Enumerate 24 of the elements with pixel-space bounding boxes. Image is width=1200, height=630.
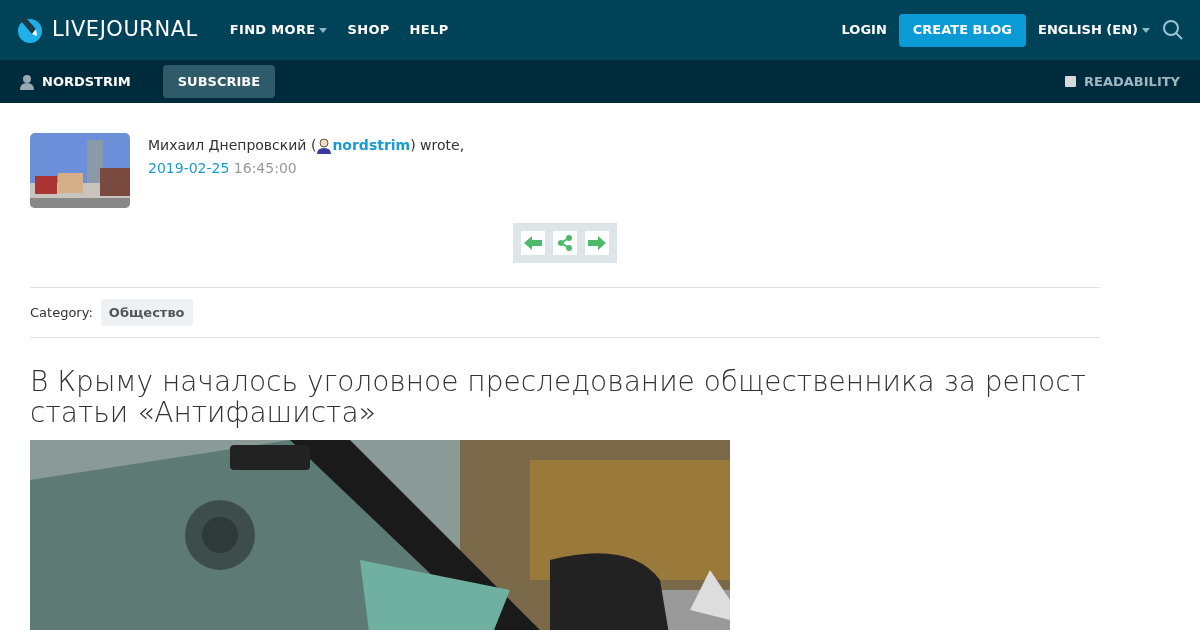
language-selector[interactable]: ENGLISH (EN) (1038, 20, 1150, 40)
caret-icon (1142, 27, 1150, 33)
journal-name[interactable]: NORDSTRIM (42, 71, 131, 92)
user-icon (316, 137, 333, 154)
nav-link[interactable]: SHOP (347, 20, 390, 40)
category-label: Category: (30, 303, 93, 322)
post-title: В Крыму началось уголовное преследование общественника за репост статьи «Антифашиста» (30, 366, 1087, 428)
subscribe-button[interactable]: SUBSCRIBE (162, 65, 276, 98)
readability-checkbox[interactable] (1065, 76, 1077, 87)
readability-label: READABILITY (1084, 72, 1180, 91)
post-time: 16:45:00 (233, 160, 297, 176)
nav-link[interactable]: FIND MORE (229, 20, 328, 40)
logo-icon (16, 16, 44, 44)
logo-text[interactable]: LIVEJOURNAL (52, 14, 198, 46)
share-icon[interactable] (553, 231, 577, 255)
login-link[interactable]: LOGIN (841, 20, 887, 40)
caret-icon (319, 27, 328, 33)
nav-link[interactable]: HELP (409, 20, 449, 40)
previous-icon[interactable] (521, 231, 545, 255)
search-icon[interactable] (1162, 19, 1184, 41)
next-icon[interactable] (585, 231, 609, 255)
category-tag[interactable]: Общество (100, 298, 193, 327)
user-icon (20, 73, 34, 90)
author-line: Михаил Днепровский ( nordstrim) wrote, (148, 135, 465, 156)
